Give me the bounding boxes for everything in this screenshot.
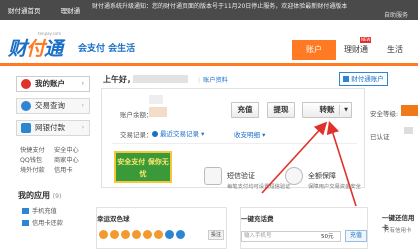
arrow-to-transfer-dropdown: [326, 120, 357, 207]
arrow-to-transfer: [261, 121, 328, 194]
annotation-arrows: [261, 120, 357, 207]
